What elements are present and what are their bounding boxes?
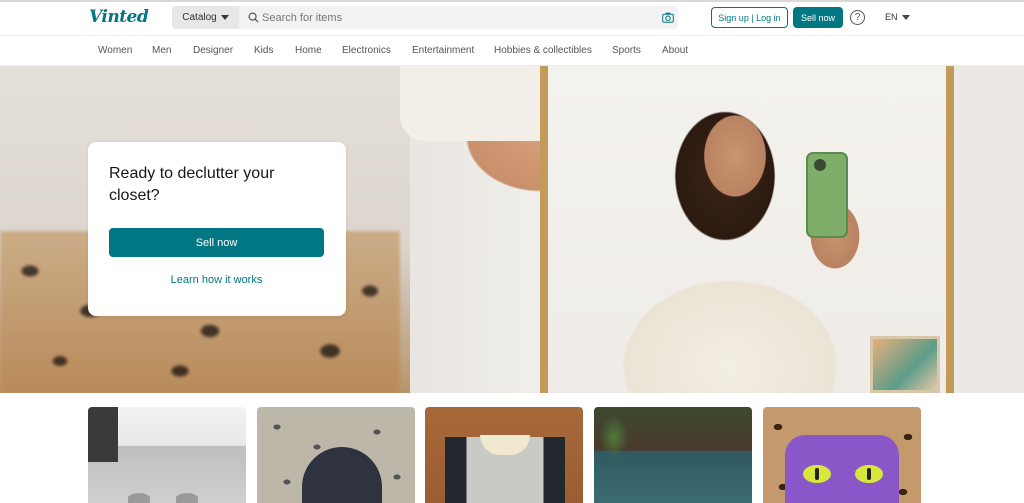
nav-item-electronics[interactable]: Electronics — [342, 45, 391, 56]
language-label: EN — [885, 12, 898, 22]
wall-picture — [870, 336, 940, 393]
catalog-label: Catalog — [182, 12, 217, 23]
search-icon — [248, 12, 259, 23]
learn-how-it-works-link[interactable]: Learn how it works — [109, 274, 324, 286]
nav-item-sports[interactable]: Sports — [612, 45, 641, 56]
shoe-image — [128, 493, 150, 503]
door-image — [88, 407, 118, 462]
item-thumbnail[interactable] — [257, 407, 415, 503]
hero-sell-now-button[interactable]: Sell now — [109, 228, 324, 257]
bag-pupil — [867, 468, 871, 480]
nav-item-women[interactable]: Women — [98, 45, 132, 56]
search-input[interactable] — [262, 8, 642, 27]
phone-image — [806, 152, 848, 238]
item-thumbnail[interactable] — [425, 407, 583, 503]
nav-item-men[interactable]: Men — [152, 45, 171, 56]
language-selector[interactable]: EN — [885, 12, 910, 22]
search-bar: Catalog — [172, 6, 678, 29]
item-thumbnail[interactable] — [594, 407, 752, 503]
hero-photo-right — [954, 66, 1024, 393]
hero-title: Ready to declutter your closet? — [109, 165, 275, 204]
item-thumbnail[interactable] — [88, 407, 246, 503]
bra-image — [302, 447, 382, 503]
hero-card: Ready to declutter your closet? Sell now… — [88, 142, 346, 316]
help-icon[interactable]: ? — [850, 10, 865, 25]
hero-banner: Ready to declutter your closet? Sell now… — [0, 66, 1024, 393]
chevron-down-icon — [901, 14, 910, 20]
category-nav: Women Men Designer Kids Home Electronics… — [0, 35, 1024, 66]
shoe-image — [176, 493, 198, 503]
catalog-dropdown[interactable]: Catalog — [172, 6, 239, 29]
signup-login-button[interactable]: Sign up | Log in — [711, 7, 788, 28]
nav-item-home[interactable]: Home — [295, 45, 322, 56]
camera-icon[interactable] — [662, 12, 674, 23]
bag-eye — [855, 465, 883, 483]
bag-image — [785, 435, 899, 503]
sell-now-button[interactable]: Sell now — [793, 7, 843, 28]
item-thumbnails — [0, 407, 1024, 503]
header: Vinted Catalog Sign up | Log in Sell now… — [0, 2, 1024, 35]
nav-item-hobbies[interactable]: Hobbies & collectibles — [494, 45, 592, 56]
nav-item-kids[interactable]: Kids — [254, 45, 273, 56]
phone-camera — [814, 159, 826, 171]
item-thumbnail[interactable] — [763, 407, 921, 503]
vinted-logo[interactable]: Vinted — [89, 7, 149, 27]
person-face-image — [695, 106, 775, 206]
nav-item-designer[interactable]: Designer — [193, 45, 233, 56]
nav-item-about[interactable]: About — [662, 45, 688, 56]
bag-eye — [803, 465, 831, 483]
nav-item-entertainment[interactable]: Entertainment — [412, 45, 474, 56]
bag-pupil — [815, 468, 819, 480]
chevron-down-icon — [220, 15, 229, 20]
plant-image — [594, 407, 634, 467]
